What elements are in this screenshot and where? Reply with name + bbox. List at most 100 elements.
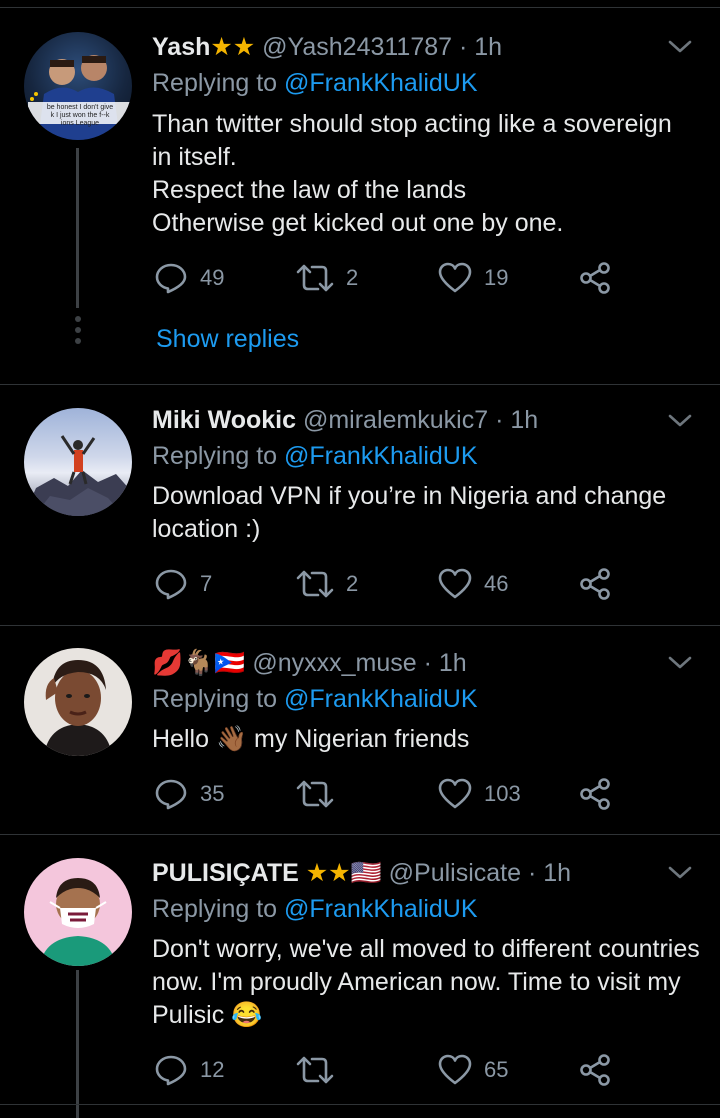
laughing-emoji: 😂	[231, 1001, 263, 1029]
retweet-icon	[296, 570, 334, 598]
replying-to: Replying to @FrankKhalidUK	[152, 684, 478, 714]
tweet-text-part: Hello	[152, 725, 209, 753]
tweet-line: Don't worry, we've all moved to differen…	[152, 935, 700, 963]
mention-link[interactable]: @FrankKhalidUK	[284, 895, 478, 923]
like-count: 19	[484, 265, 509, 290]
timestamp: · 1h	[527, 859, 572, 887]
retweet-button[interactable]: 2	[296, 258, 358, 298]
emoji-display-name[interactable]: 💋🐐🇵🇷	[152, 649, 245, 677]
tweet-header: PULISIÇATE ★★🇺🇸 @Pulisicate · 1h	[152, 858, 571, 888]
tweet-line: Otherwise get kicked out one by one.	[152, 209, 564, 237]
retweet-icon	[296, 780, 334, 808]
tweet-line: location :)	[152, 515, 261, 543]
retweet-icon	[296, 264, 334, 292]
mention-link[interactable]: @FrankKhalidUK	[284, 685, 478, 713]
avatar-caption-line: ions League	[60, 120, 100, 127]
avatar[interactable]	[24, 408, 132, 516]
tweet-header: 💋🐐🇵🇷 @nyxxx_muse · 1h	[152, 648, 467, 678]
retweet-count: 2	[346, 265, 359, 290]
thread-dots	[74, 316, 82, 349]
like-button[interactable]: 103	[438, 774, 521, 814]
like-count: 46	[484, 571, 509, 596]
replying-to: Replying to @FrankKhalidUK	[152, 68, 478, 98]
waving-hand-emoji: 👋🏾	[215, 725, 248, 753]
reply-button[interactable]: 7	[154, 564, 212, 604]
divider	[0, 1104, 720, 1105]
tweet-actions: 35 103	[152, 774, 622, 814]
replying-label: Replying to	[152, 442, 285, 470]
avatar-caption-line: k I just won the f--k	[50, 112, 110, 119]
us-flag-emoji: 🇺🇸	[350, 859, 382, 887]
tweet-text-part: Pulisic	[152, 1001, 225, 1029]
tweet-line: Download VPN if you’re in Nigeria and ch…	[152, 482, 667, 510]
display-name[interactable]: PULISIÇATE	[152, 859, 299, 887]
retweet-count: 2	[346, 571, 359, 596]
show-replies-link[interactable]: Show replies	[156, 325, 299, 354]
divider	[0, 384, 720, 385]
like-button[interactable]: 46	[438, 564, 508, 604]
tweet-line: Hello 👋🏾 my Nigerian friends	[152, 723, 707, 756]
avatar[interactable]	[24, 648, 132, 756]
tweet-text: Download VPN if you’re in Nigeria and ch…	[152, 480, 707, 546]
tweet-text-part: my Nigerian friends	[254, 725, 470, 753]
share-button[interactable]	[578, 258, 612, 298]
reply-count: 49	[200, 265, 225, 290]
tweet-text: Hello 👋🏾 my Nigerian friends	[152, 723, 707, 756]
replying-to: Replying to @FrankKhalidUK	[152, 894, 478, 924]
display-name[interactable]: Yash	[152, 33, 210, 61]
avatar-image	[44, 660, 112, 756]
reply-count: 7	[200, 571, 213, 596]
reply-button[interactable]: 49	[154, 258, 224, 298]
share-icon	[580, 262, 610, 294]
retweet-button[interactable]	[296, 1050, 346, 1090]
tweet-actions: 7 2 46	[152, 564, 622, 604]
thread-line	[76, 148, 79, 308]
reply-icon	[155, 779, 187, 810]
like-button[interactable]: 19	[438, 258, 508, 298]
handle[interactable]: @Yash24311787	[262, 33, 452, 61]
replying-label: Replying to	[152, 685, 285, 713]
replying-label: Replying to	[152, 69, 285, 97]
like-count: 65	[484, 1057, 509, 1082]
divider	[0, 625, 720, 626]
tweet-line: now. I'm proudly American now. Time to v…	[152, 968, 681, 996]
mention-link[interactable]: @FrankKhalidUK	[284, 442, 478, 470]
avatar[interactable]	[24, 858, 132, 966]
tweet-header: Yash★★ @Yash24311787 · 1h	[152, 32, 502, 62]
star-badges: ★★	[210, 33, 256, 61]
reply-icon	[155, 569, 187, 600]
tweet-header: Miki Wookic @miralemkukic7 · 1h	[152, 405, 538, 435]
reply-count: 12	[200, 1057, 225, 1082]
heart-icon	[438, 262, 472, 293]
avatar-image	[24, 435, 132, 516]
mention-link[interactable]: @FrankKhalidUK	[284, 69, 478, 97]
top-divider	[0, 7, 720, 8]
chevron-down-icon[interactable]	[666, 406, 694, 434]
share-button[interactable]	[578, 1050, 612, 1090]
replying-to: Replying to @FrankKhalidUK	[152, 441, 478, 471]
chevron-down-icon[interactable]	[666, 32, 694, 60]
display-name[interactable]: Miki Wookic	[152, 406, 296, 434]
like-button[interactable]: 65	[438, 1050, 508, 1090]
reply-count: 35	[200, 781, 225, 806]
retweet-button[interactable]: 2	[296, 564, 358, 604]
share-icon	[580, 1054, 610, 1086]
timestamp: · 1h	[423, 649, 467, 677]
timestamp: · 1h	[459, 33, 503, 61]
handle[interactable]: @miralemkukic7	[303, 406, 488, 434]
heart-icon	[438, 568, 472, 599]
reply-button[interactable]: 35	[154, 774, 224, 814]
share-button[interactable]	[578, 774, 612, 814]
handle[interactable]: @Pulisicate	[389, 859, 521, 887]
chevron-down-icon[interactable]	[666, 858, 694, 886]
avatar-image	[40, 878, 116, 966]
tweet-line: Respect the law of the lands	[152, 176, 467, 204]
handle[interactable]: @nyxxx_muse	[252, 649, 416, 677]
share-button[interactable]	[578, 564, 612, 604]
tweet-line: in itself.	[152, 143, 237, 171]
chevron-down-icon[interactable]	[666, 648, 694, 676]
retweet-button[interactable]	[296, 774, 346, 814]
reply-button[interactable]: 12	[154, 1050, 224, 1090]
thread-line	[76, 970, 79, 1118]
avatar[interactable]: be honest I don't give k I just won the …	[24, 32, 132, 140]
